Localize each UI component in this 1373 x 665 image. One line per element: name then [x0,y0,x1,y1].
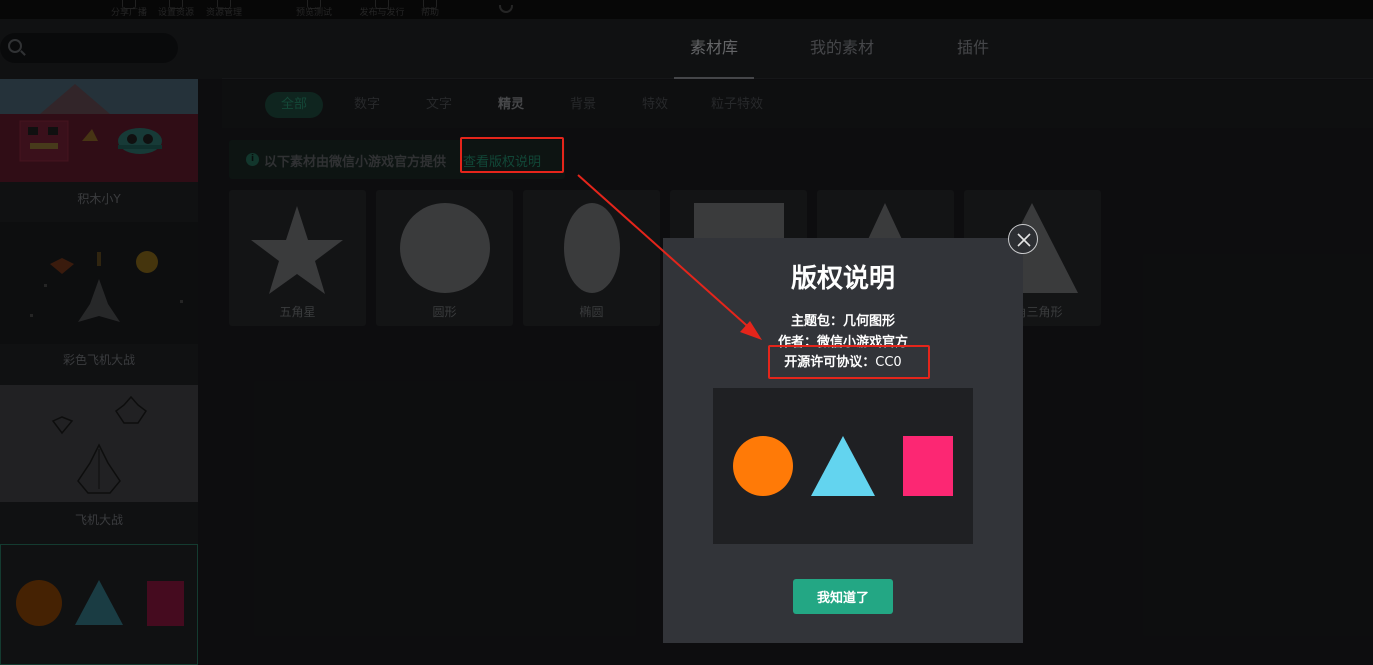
annotation-arrow [577,174,762,340]
